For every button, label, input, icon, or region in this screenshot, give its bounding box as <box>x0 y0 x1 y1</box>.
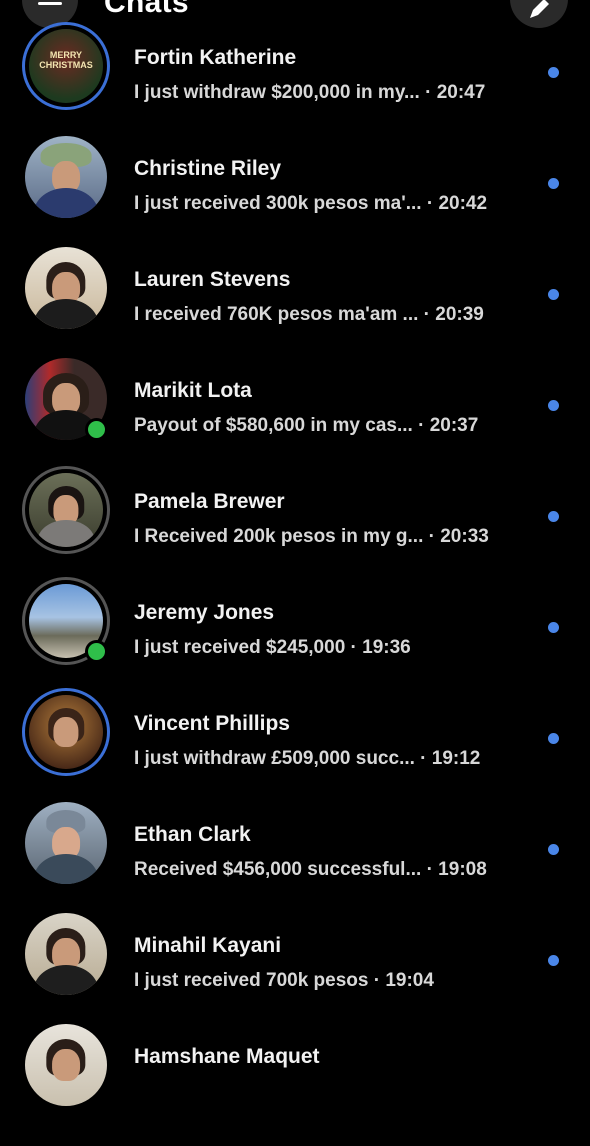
pencil-icon <box>530 0 549 18</box>
contact-name: Marikit Lota <box>134 379 252 402</box>
unread-indicator <box>548 289 559 300</box>
avatar-image <box>25 247 107 329</box>
chat-row[interactable]: Hamshane Maquet <box>0 1024 590 1146</box>
hamburger-icon <box>38 2 62 5</box>
message-preview: I just received 300k pesos ma'... · 20:4… <box>134 193 488 214</box>
chat-row[interactable]: Vincent Phillips I just withdraw £509,00… <box>0 688 590 813</box>
avatar <box>22 133 110 221</box>
chat-row[interactable]: Marikit Lota Payout of $580,600 in my ca… <box>0 358 590 480</box>
unread-indicator <box>548 178 559 189</box>
unread-indicator <box>548 622 559 633</box>
avatar <box>22 577 110 665</box>
unread-indicator <box>548 733 559 744</box>
online-indicator <box>85 418 108 441</box>
chat-row[interactable]: Christine Riley I just received 300k pes… <box>0 136 590 258</box>
chat-row[interactable]: Lauren Stevens I received 760K pesos ma'… <box>0 247 590 369</box>
contact-name: Minahil Kayani <box>134 934 282 957</box>
avatar <box>22 244 110 332</box>
chat-row[interactable]: Minahil Kayani I just received 700k peso… <box>0 913 590 1035</box>
message-preview: I received 760K pesos ma'am ... · 20:39 <box>134 304 484 325</box>
contact-name: Ethan Clark <box>134 823 251 846</box>
online-indicator <box>85 640 108 663</box>
avatar-image: MERRY CHRISTMAS <box>29 29 103 103</box>
avatar-image <box>29 473 103 547</box>
contact-name: Jeremy Jones <box>134 601 275 624</box>
avatar-image <box>25 1024 107 1106</box>
page-title: Chats <box>104 0 189 19</box>
chat-row[interactable]: MERRY CHRISTMAS Fortin Katherine I just … <box>0 22 590 147</box>
message-preview: I just received 700k pesos · 19:04 <box>134 970 434 991</box>
message-preview: I just received $245,000 · 19:36 <box>134 637 411 658</box>
message-preview: I just withdraw $200,000 in my... · 20:4… <box>134 82 486 103</box>
avatar-image <box>25 802 107 884</box>
message-preview: I Received 200k pesos in my g... · 20:33 <box>134 526 489 547</box>
avatar <box>22 355 110 443</box>
avatar <box>22 466 110 554</box>
unread-indicator <box>548 67 559 78</box>
message-preview: I just withdraw £509,000 succ... · 19:12 <box>134 748 481 769</box>
chat-row[interactable]: Ethan Clark Received $456,000 successful… <box>0 802 590 924</box>
avatar-image <box>25 136 107 218</box>
message-preview: Received $456,000 successful... · 19:08 <box>134 859 487 880</box>
unread-indicator <box>548 844 559 855</box>
unread-indicator <box>548 955 559 966</box>
avatar: MERRY CHRISTMAS <box>22 22 110 110</box>
chat-row[interactable]: Jeremy Jones I just received $245,000 · … <box>0 577 590 702</box>
contact-name: Fortin Katherine <box>134 46 297 69</box>
contact-name: Vincent Phillips <box>134 712 290 735</box>
contact-name: Christine Riley <box>134 157 282 180</box>
avatar <box>22 910 110 998</box>
avatar <box>22 1021 110 1109</box>
contact-name: Lauren Stevens <box>134 268 291 291</box>
avatar-image <box>25 913 107 995</box>
avatar <box>22 799 110 887</box>
compose-button[interactable] <box>510 0 568 28</box>
message-preview: Payout of $580,600 in my cas... · 20:37 <box>134 415 479 436</box>
contact-name: Pamela Brewer <box>134 490 285 513</box>
avatar-image <box>29 695 103 769</box>
avatar <box>22 688 110 776</box>
unread-indicator <box>548 511 559 522</box>
avatar-caption: MERRY CHRISTMAS <box>39 50 93 71</box>
unread-indicator <box>548 400 559 411</box>
chat-row[interactable]: Pamela Brewer I Received 200k pesos in m… <box>0 466 590 591</box>
